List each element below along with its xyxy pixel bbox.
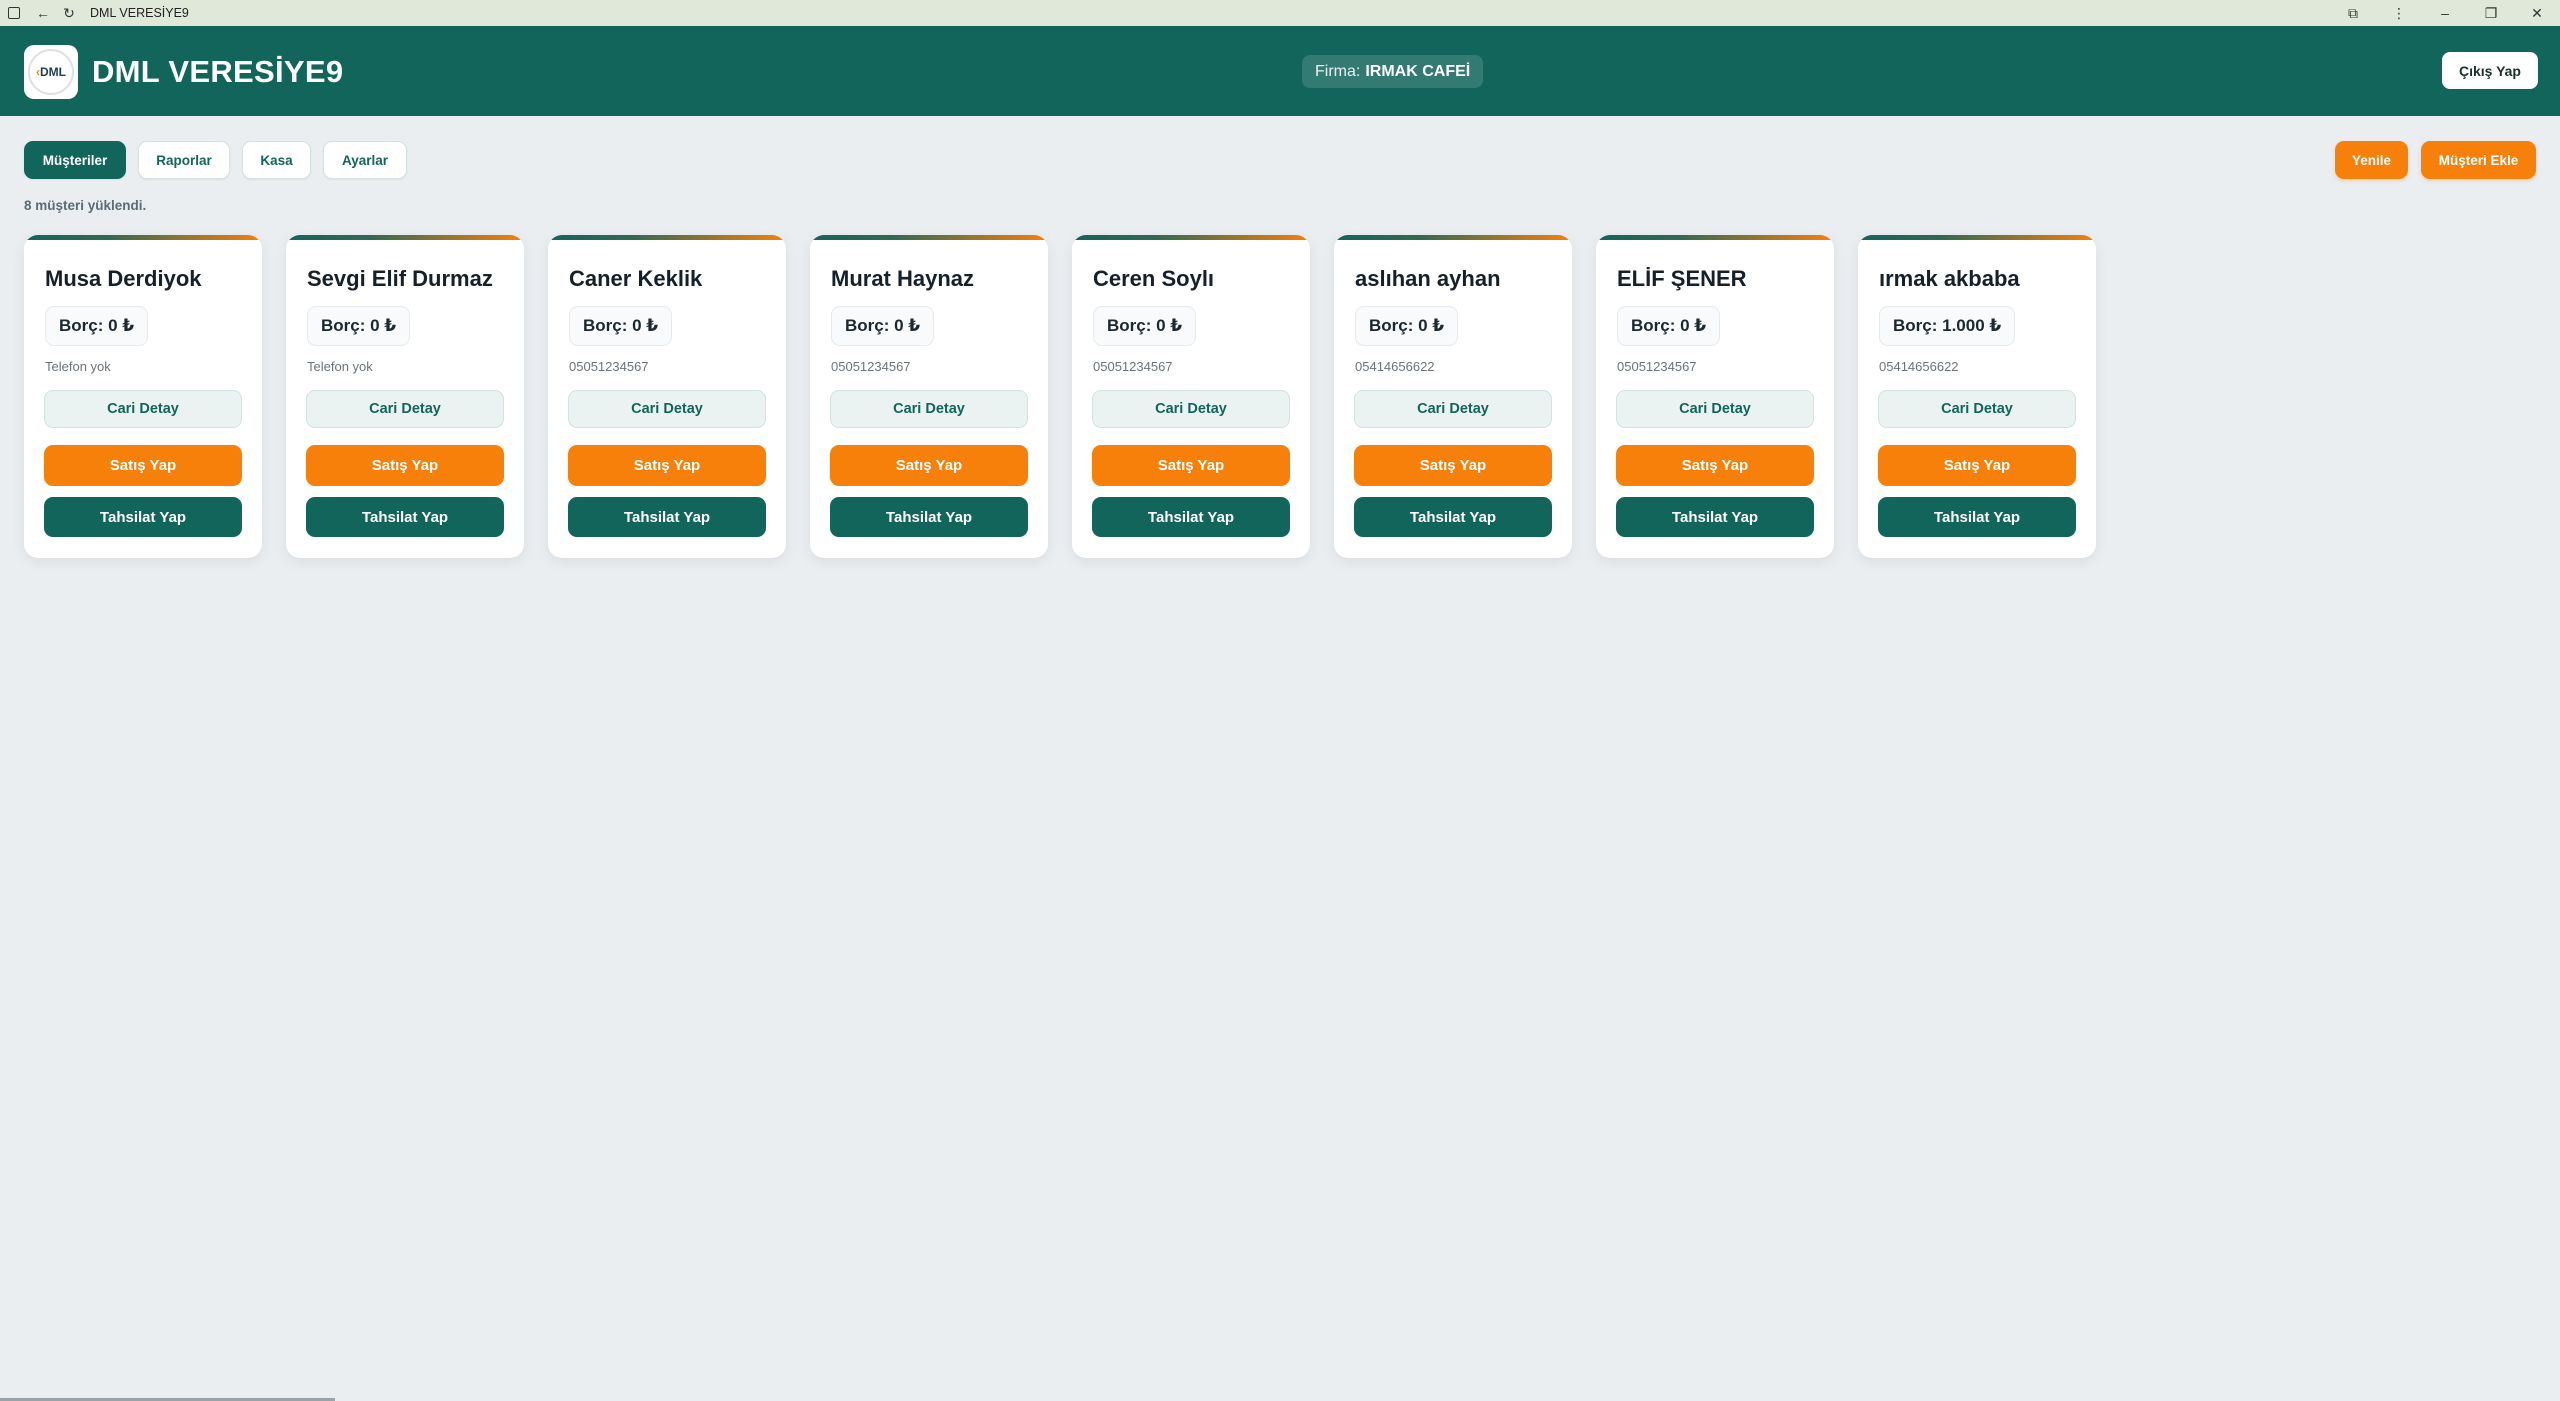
customer-card: Caner Keklik Borç: 0 ₺ 05051234567 Cari … (548, 235, 786, 558)
card-accent-stripe (810, 235, 1048, 240)
tab-settings[interactable]: Ayarlar (323, 141, 407, 179)
tab-customers[interactable]: Müşteriler (24, 141, 126, 179)
back-arrow-icon[interactable]: ← (30, 0, 56, 26)
customer-phone: Telefon yok (45, 359, 111, 374)
customer-phone: 05414656622 (1879, 359, 1959, 374)
customer-card: ırmak akbaba Borç: 1.000 ₺ 05414656622 C… (1858, 235, 2096, 558)
customer-debt: Borç: 0 ₺ (307, 306, 411, 346)
customer-card: Murat Haynaz Borç: 0 ₺ 05051234567 Cari … (810, 235, 1048, 558)
customer-name: Musa Derdiyok (45, 266, 202, 291)
make-sale-button[interactable]: Satış Yap (830, 445, 1028, 486)
collect-payment-button[interactable]: Tahsilat Yap (568, 497, 766, 537)
account-detail-button[interactable]: Cari Detay (44, 390, 242, 428)
account-detail-button[interactable]: Cari Detay (1616, 390, 1814, 428)
customer-name: Sevgi Elif Durmaz (307, 266, 493, 291)
more-vertical-icon[interactable]: ⋮ (2376, 0, 2422, 26)
customer-phone: Telefon yok (307, 359, 373, 374)
collect-payment-button[interactable]: Tahsilat Yap (1616, 497, 1814, 537)
window-titlebar: ← ↻ DML VERESİYE9 ⧉ ⋮ – ❐ ✕ (0, 0, 2560, 26)
account-detail-button[interactable]: Cari Detay (306, 390, 504, 428)
customer-name: ırmak akbaba (1879, 266, 2020, 291)
customer-card: Musa Derdiyok Borç: 0 ₺ Telefon yok Cari… (24, 235, 262, 558)
card-accent-stripe (1072, 235, 1310, 240)
account-detail-button[interactable]: Cari Detay (830, 390, 1028, 428)
customer-name: ELİF ŞENER (1617, 266, 1747, 291)
logo-text: DML (40, 65, 66, 79)
make-sale-button[interactable]: Satış Yap (568, 445, 766, 486)
customer-debt: Borç: 0 ₺ (45, 306, 149, 346)
collect-payment-button[interactable]: Tahsilat Yap (830, 497, 1028, 537)
minimize-icon[interactable]: – (2422, 0, 2468, 26)
refresh-button[interactable]: Yenile (2335, 141, 2408, 179)
customer-card: Ceren Soylı Borç: 0 ₺ 05051234567 Cari D… (1072, 235, 1310, 558)
customer-card: ELİF ŞENER Borç: 0 ₺ 05051234567 Cari De… (1596, 235, 1834, 558)
customer-name: Caner Keklik (569, 266, 703, 291)
firm-name: IRMAK CAFEİ (1365, 62, 1471, 80)
close-icon[interactable]: ✕ (2514, 0, 2560, 26)
account-detail-button[interactable]: Cari Detay (1354, 390, 1552, 428)
customer-phone: 05051234567 (831, 359, 911, 374)
reload-icon[interactable]: ↻ (56, 0, 82, 26)
extensions-icon[interactable]: ⧉ (2330, 0, 2376, 26)
customer-card: Sevgi Elif Durmaz Borç: 0 ₺ Telefon yok … (286, 235, 524, 558)
firm-label: Firma: (1315, 62, 1361, 80)
make-sale-button[interactable]: Satış Yap (1616, 445, 1814, 486)
logout-button[interactable]: Çıkış Yap (2442, 52, 2538, 89)
card-accent-stripe (1858, 235, 2096, 240)
load-status: 8 müşteri yüklendi. (24, 198, 147, 213)
app-header: ‹ DML DML VERESİYE9 Firma: IRMAK CAFEİ Ç… (0, 26, 2560, 116)
customer-debt: Borç: 0 ₺ (1093, 306, 1197, 346)
card-accent-stripe (1334, 235, 1572, 240)
customer-name: Ceren Soylı (1093, 266, 1215, 291)
app-logo: ‹ DML (24, 45, 78, 99)
titlebar-left: ← ↻ DML VERESİYE9 (0, 0, 189, 26)
make-sale-button[interactable]: Satış Yap (1878, 445, 2076, 486)
make-sale-button[interactable]: Satış Yap (1092, 445, 1290, 486)
tab-reports[interactable]: Raporlar (138, 141, 230, 179)
restore-icon[interactable]: ❐ (2468, 0, 2514, 26)
card-accent-stripe (548, 235, 786, 240)
card-accent-stripe (286, 235, 524, 240)
customer-debt: Borç: 0 ₺ (569, 306, 673, 346)
account-detail-button[interactable]: Cari Detay (1878, 390, 2076, 428)
collect-payment-button[interactable]: Tahsilat Yap (306, 497, 504, 537)
customer-debt: Borç: 0 ₺ (1355, 306, 1459, 346)
app-icon (8, 7, 20, 19)
customer-debt: Borç: 0 ₺ (1617, 306, 1721, 346)
customer-card: aslıhan ayhan Borç: 0 ₺ 05414656622 Cari… (1334, 235, 1572, 558)
app-title: DML VERESİYE9 (92, 54, 344, 89)
make-sale-button[interactable]: Satış Yap (1354, 445, 1552, 486)
customer-name: aslıhan ayhan (1355, 266, 1501, 291)
account-detail-button[interactable]: Cari Detay (1092, 390, 1290, 428)
customer-phone: 05051234567 (1617, 359, 1697, 374)
collect-payment-button[interactable]: Tahsilat Yap (1092, 497, 1290, 537)
firm-badge: Firma: IRMAK CAFEİ (1302, 55, 1484, 88)
customer-phone: 05051234567 (569, 359, 649, 374)
collect-payment-button[interactable]: Tahsilat Yap (44, 497, 242, 537)
customer-phone: 05051234567 (1093, 359, 1173, 374)
card-accent-stripe (1596, 235, 1834, 240)
collect-payment-button[interactable]: Tahsilat Yap (1354, 497, 1552, 537)
card-accent-stripe (24, 235, 262, 240)
titlebar-controls: ⧉ ⋮ – ❐ ✕ (2330, 0, 2560, 26)
tab-cash[interactable]: Kasa (242, 141, 311, 179)
account-detail-button[interactable]: Cari Detay (568, 390, 766, 428)
customer-debt: Borç: 1.000 ₺ (1879, 306, 2016, 346)
make-sale-button[interactable]: Satış Yap (44, 445, 242, 486)
customer-phone: 05414656622 (1355, 359, 1435, 374)
add-customer-button[interactable]: Müşteri Ekle (2421, 141, 2536, 179)
make-sale-button[interactable]: Satış Yap (306, 445, 504, 486)
customer-debt: Borç: 0 ₺ (831, 306, 935, 346)
customer-name: Murat Haynaz (831, 266, 975, 291)
window-title: DML VERESİYE9 (90, 6, 189, 20)
logo-emblem: ‹ DML (28, 49, 74, 95)
collect-payment-button[interactable]: Tahsilat Yap (1878, 497, 2076, 537)
